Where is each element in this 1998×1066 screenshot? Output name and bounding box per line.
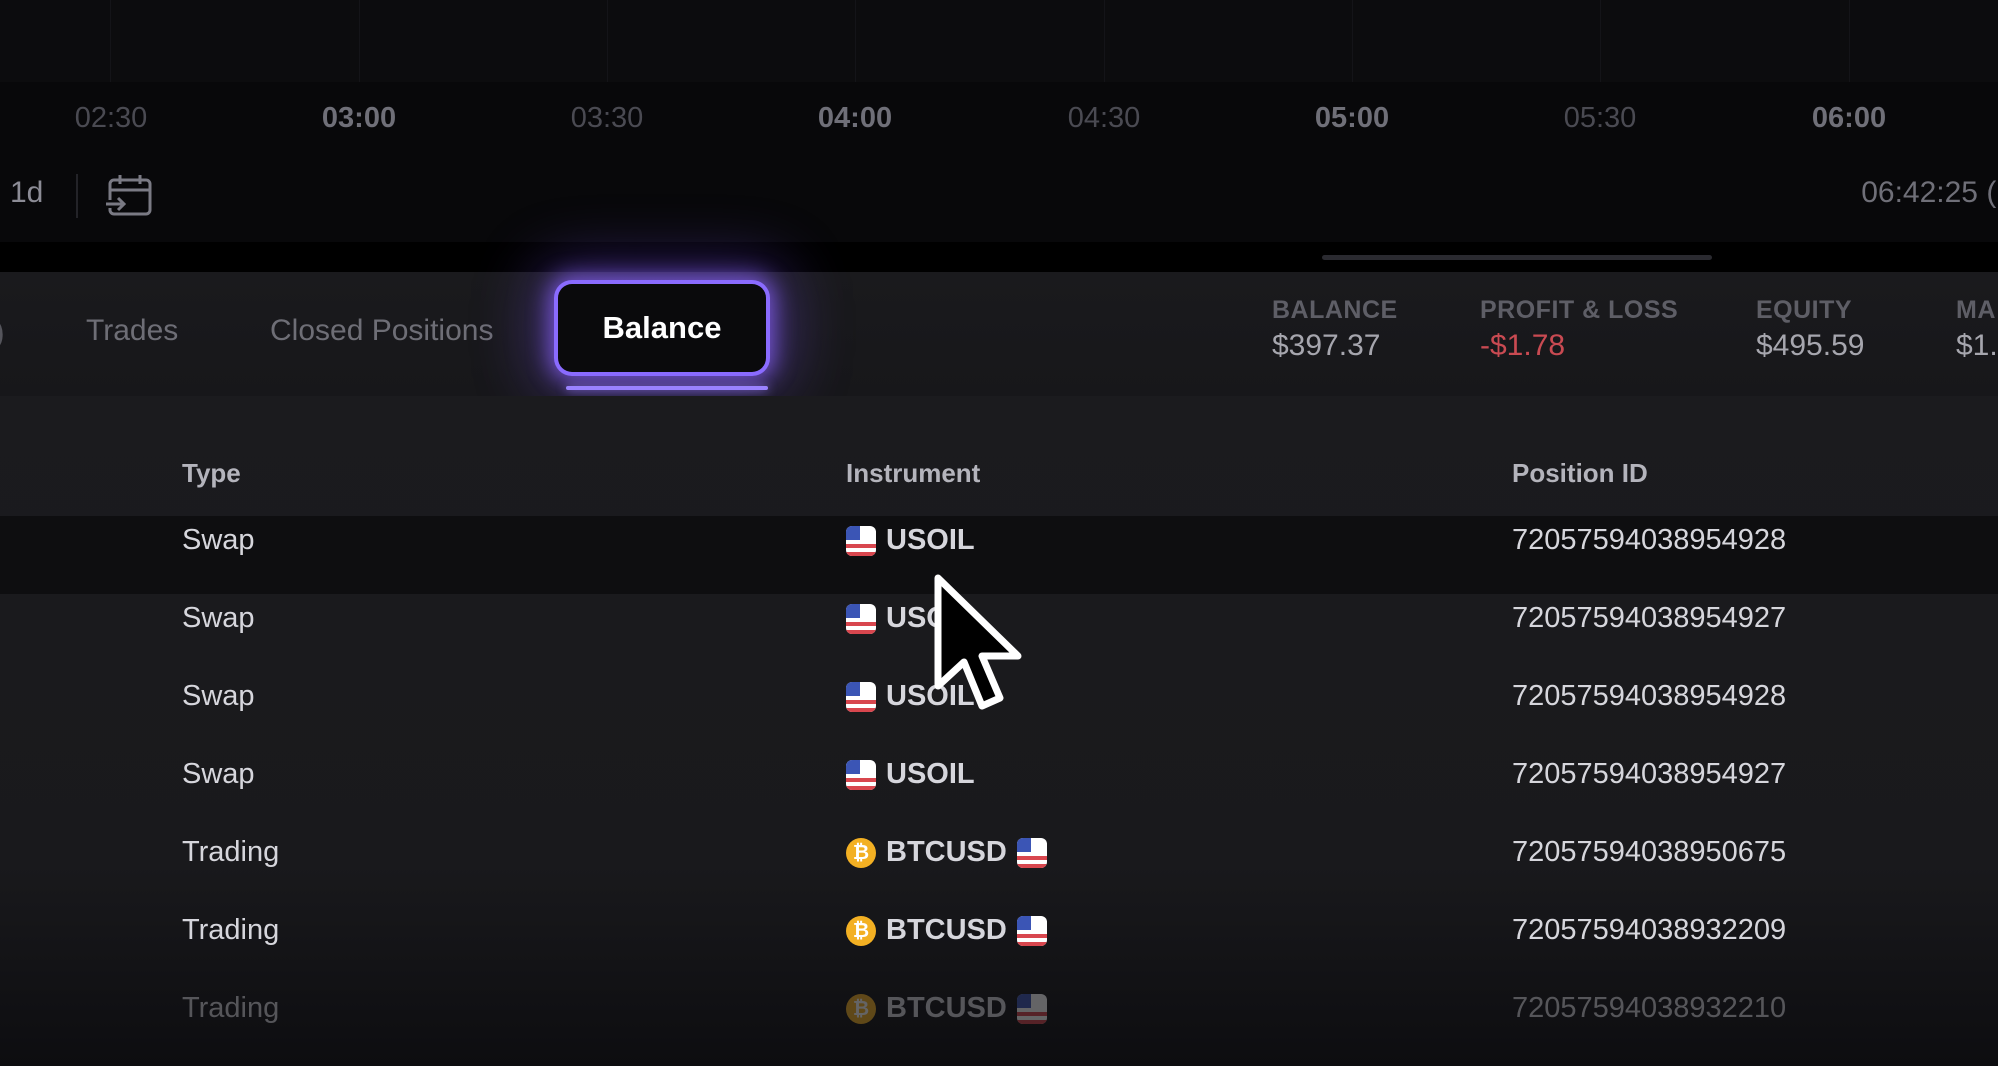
cell-position-id: 72057594038950675: [1512, 836, 1787, 868]
tab-trades[interactable]: Trades: [86, 314, 178, 348]
trading-app: 02:30 03:00 03:30 04:00 04:30 05:00 05:3…: [0, 0, 1998, 1066]
us-flag-icon: [1016, 993, 1047, 1024]
cell-type: Swap: [182, 680, 255, 712]
chart-gridline: [855, 0, 856, 82]
cell-instrument: ₿ BTCUSD: [846, 836, 1047, 869]
cell-position-id: 72057594038932210: [1512, 992, 1787, 1024]
time-label: 05:30: [1563, 102, 1637, 134]
summary-equity-label: EQUITY: [1756, 296, 1853, 324]
cell-position-id: 72057594038954927: [1512, 602, 1787, 634]
cell-position-id: 72057594038954928: [1512, 680, 1787, 712]
summary-equity: EQUITY $495.59: [1756, 296, 1864, 363]
chart-gridline: [110, 0, 111, 82]
summary-pnl: PROFIT & LOSS -$1.78: [1480, 296, 1678, 363]
us-flag-icon: [1016, 837, 1047, 868]
interval-button[interactable]: 1d: [10, 176, 43, 210]
time-label: 04:00: [817, 102, 893, 134]
us-flag-icon: [846, 759, 876, 790]
chart-gridline: [1352, 0, 1353, 82]
bitcoin-icon: ₿: [846, 915, 876, 946]
us-flag-icon: [846, 603, 876, 634]
time-label: 05:00: [1314, 102, 1390, 134]
cell-instrument: USOIL: [846, 758, 975, 791]
summary-balance: BALANCE $397.37: [1272, 296, 1398, 363]
cell-type: Swap: [182, 602, 255, 634]
tab-balance[interactable]: Balance: [558, 284, 766, 372]
chart-gridline: [1849, 0, 1850, 82]
us-flag-icon: [846, 525, 876, 556]
instrument-symbol: BTCUSD: [886, 836, 1007, 868]
chart-gridline: [1104, 0, 1105, 82]
summary-pnl-label: PROFIT & LOSS: [1480, 296, 1679, 324]
cell-type: Trading: [182, 992, 280, 1024]
time-label: 03:00: [321, 102, 397, 134]
toolbar-divider: [76, 174, 78, 218]
table-row[interactable]: Swap USOIL 72057594038954927: [0, 742, 1998, 820]
time-label: 03:30: [570, 102, 644, 134]
time-label: 02:30: [74, 102, 148, 134]
cell-type: Swap: [182, 758, 255, 790]
cell-type: Trading: [182, 914, 280, 946]
instrument-symbol: BTCUSD: [886, 992, 1007, 1024]
server-clock: 06:42:25 (U: [1861, 176, 1998, 209]
summary-equity-value: $495.59: [1756, 329, 1865, 362]
tab-closed-positions[interactable]: Closed Positions: [270, 314, 493, 348]
column-header-position-id[interactable]: Position ID: [1512, 458, 1648, 489]
chart-area[interactable]: [0, 0, 1998, 83]
summary-balance-value: $397.37: [1272, 329, 1381, 362]
cell-position-id: 72057594038954927: [1512, 758, 1787, 790]
cell-position-id: 72057594038954928: [1512, 524, 1787, 556]
cell-instrument: ₿ BTCUSD: [846, 992, 1047, 1025]
summary-margin-value: $1.: [1956, 329, 1998, 362]
summary-margin: MA $1.: [1956, 296, 1998, 363]
summary-pnl-value: -$1.78: [1480, 329, 1566, 362]
mouse-cursor-icon: [934, 574, 1022, 710]
balance-table: Type Instrument Position ID Swap USOIL 7…: [0, 396, 1998, 1066]
account-tabbar: ) Trades Closed Positions Balance BALANC…: [0, 272, 1998, 396]
summary-balance-label: BALANCE: [1272, 296, 1398, 324]
chart-toolbar: 1d 06:42:25 (U: [0, 154, 1998, 242]
instrument-symbol: USOIL: [886, 758, 975, 790]
instrument-symbol: USOIL: [886, 524, 975, 556]
time-label: 06:00: [1811, 102, 1887, 134]
time-axis: 02:30 03:00 03:30 04:00 04:30 05:00 05:3…: [0, 82, 1998, 154]
table-row[interactable]: Trading ₿ BTCUSD 72057594038932209: [0, 898, 1998, 976]
instrument-symbol: BTCUSD: [886, 914, 1007, 946]
table-row[interactable]: Trading ₿ BTCUSD 72057594038932210: [0, 976, 1998, 1054]
bitcoin-icon: ₿: [846, 837, 876, 868]
us-flag-icon: [846, 681, 876, 712]
tab-edge: ): [0, 314, 5, 351]
cell-position-id: 72057594038932209: [1512, 914, 1787, 946]
table-row[interactable]: Trading ₿ BTCUSD 72057594038950675: [0, 820, 1998, 898]
column-header-type[interactable]: Type: [182, 458, 241, 489]
calendar-goto-icon[interactable]: [104, 172, 156, 220]
cell-type: Swap: [182, 524, 255, 556]
cell-type: Trading: [182, 836, 280, 868]
summary-margin-label: MA: [1956, 296, 1996, 324]
active-tab-indicator: [566, 386, 768, 390]
chart-gridline: [359, 0, 360, 82]
cell-instrument: USOIL: [846, 524, 975, 557]
column-header-instrument[interactable]: Instrument: [846, 458, 980, 489]
time-label: 04:30: [1067, 102, 1141, 134]
panel-resize-handle[interactable]: [1322, 255, 1712, 260]
chart-gridline: [1600, 0, 1601, 82]
us-flag-icon: [1016, 915, 1047, 946]
bitcoin-icon: ₿: [846, 993, 876, 1024]
cell-instrument: ₿ BTCUSD: [846, 914, 1047, 947]
chart-gridline: [607, 0, 608, 82]
